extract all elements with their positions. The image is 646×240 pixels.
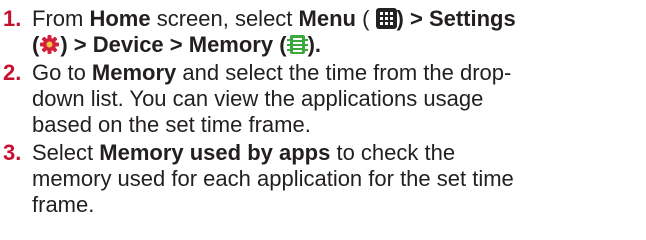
step-number: 1. <box>3 6 22 31</box>
step-3: 3. Select Memory used by apps to check t… <box>0 140 646 218</box>
step-text-line: down list. You can view the applications… <box>32 86 484 111</box>
menu-grid-icon <box>375 8 397 29</box>
step-text-line: memory used for each application for the… <box>32 166 514 191</box>
memory-label: Memory <box>91 60 177 85</box>
step-1: 1. From Home screen, select Menu ( ) > S… <box>0 6 646 58</box>
step-text-line: Go to Memory and select the time from th… <box>32 60 512 85</box>
step-number: 2. <box>3 60 22 85</box>
menu-label: Menu <box>298 6 356 31</box>
memory-used-by-apps-label: Memory used by apps <box>99 140 331 165</box>
step-2: 2. Go to Memory and select the time from… <box>0 60 646 138</box>
step-text-line: frame. <box>32 192 95 217</box>
step-text-line: based on the set time frame. <box>32 112 311 137</box>
step-text-line: Select Memory used by apps to check the <box>32 140 456 165</box>
instruction-list: 1. From Home screen, select Menu ( ) > S… <box>0 6 646 220</box>
settings-gear-icon <box>39 34 60 55</box>
memory-chip-icon <box>286 34 308 55</box>
step-text-line: ( ) > Device > Memory (). <box>32 32 322 57</box>
step-number: 3. <box>3 140 22 165</box>
home-label: Home <box>89 6 151 31</box>
step-text-line: From Home screen, select Menu ( ) > Sett… <box>32 6 516 31</box>
